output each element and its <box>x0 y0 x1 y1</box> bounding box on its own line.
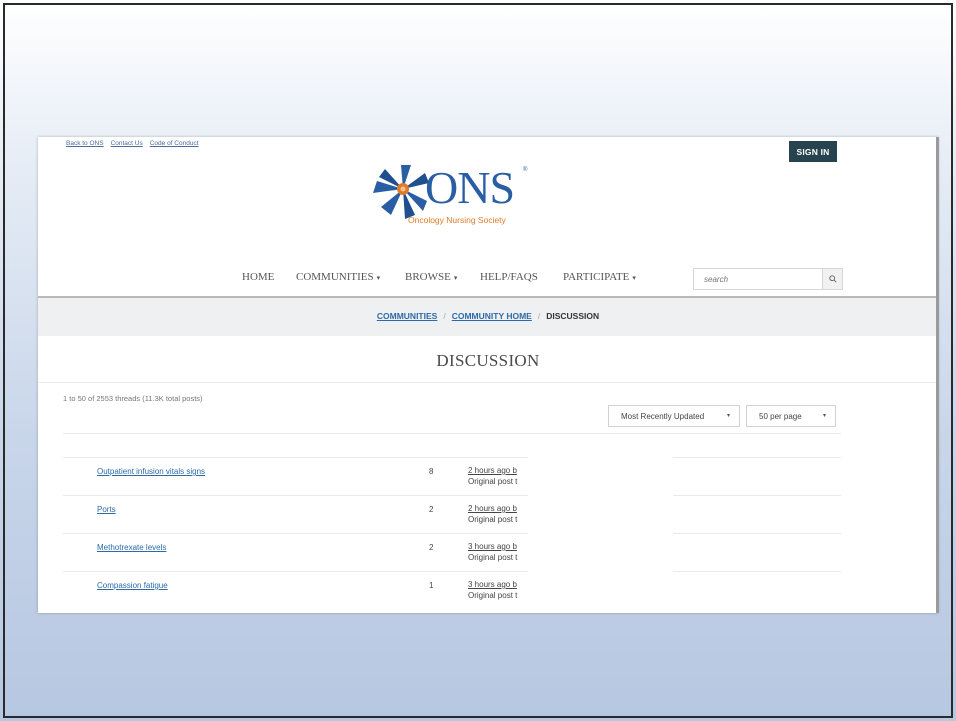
sign-in-button[interactable]: SIGN IN <box>789 141 837 162</box>
thread-title-link[interactable]: Ports <box>97 505 116 514</box>
breadcrumb: COMMUNITIES / COMMUNITY HOME / DISCUSSION <box>38 311 938 321</box>
nav-item-help-faqs[interactable]: HELP/FAQS <box>480 271 538 283</box>
thread-last-activity: 2 hours ago b Original post t <box>468 465 524 487</box>
last-activity-link[interactable]: 3 hours ago b <box>468 541 524 552</box>
breadcrumb-communities[interactable]: COMMUNITIES <box>377 311 437 321</box>
breadcrumb-separator: / <box>443 311 446 321</box>
nav-item-label: PARTICIPATE <box>563 271 630 283</box>
browser-edge <box>936 137 939 613</box>
page-title: DISCUSSION <box>436 351 540 370</box>
title-divider <box>38 382 938 383</box>
nav-item-communities[interactable]: COMMUNITIES ▾ <box>296 271 380 283</box>
chevron-down-icon: ▾ <box>453 274 458 282</box>
nav-item-label: BROWSE <box>405 271 451 283</box>
last-activity-link[interactable]: 2 hours ago b <box>468 503 524 514</box>
breadcrumb-band: COMMUNITIES / COMMUNITY HOME / DISCUSSION <box>38 298 938 336</box>
controls-divider <box>63 433 841 434</box>
search-icon <box>828 275 837 283</box>
original-post-text: Original post t <box>468 515 518 524</box>
thread-title-link[interactable]: Methotrexate levels <box>97 543 166 552</box>
code-of-conduct-link[interactable]: Code of Conduct <box>150 140 199 147</box>
nav-item-browse[interactable]: BROWSE ▾ <box>405 271 457 283</box>
logo-subtitle: Oncology Nursing Society <box>408 215 506 225</box>
chevron-down-icon: ▾ <box>632 274 636 282</box>
sort-select[interactable]: Most Recently Updated ▾ <box>608 405 740 427</box>
nav-item-participate[interactable]: PARTICIPATE ▾ <box>563 271 636 283</box>
chevron-down-icon: ▾ <box>822 413 826 419</box>
thread-title-link[interactable]: Compassion fatigue <box>97 581 168 590</box>
breadcrumb-community-home[interactable]: COMMUNITY HOME <box>452 311 532 321</box>
last-activity-link[interactable]: 2 hours ago b <box>468 465 524 476</box>
original-post-text: Original post t <box>468 477 518 486</box>
logo-wordmark: ONS <box>425 162 515 213</box>
per-page-select-value: 50 per page <box>759 411 802 421</box>
original-post-text: Original post t <box>468 553 518 562</box>
thread-title-link[interactable]: Outpatient infusion vitals signs <box>97 467 205 476</box>
contact-us-link[interactable]: Contact Us <box>111 140 143 147</box>
thread-list: Outpatient infusion vitals signs 8 2 hou… <box>63 457 841 607</box>
thread-reply-count: 2 <box>429 543 434 552</box>
table-row: Outpatient infusion vitals signs 8 2 hou… <box>63 457 841 495</box>
nav-item-home[interactable]: HOME <box>242 271 274 283</box>
sort-select-value: Most Recently Updated <box>621 411 705 421</box>
thread-reply-count: 8 <box>429 467 434 476</box>
thread-last-activity: 2 hours ago b Original post t <box>468 503 524 525</box>
browser-viewport: Back to ONS Contact Us Code of Conduct S… <box>38 137 938 613</box>
per-page-select[interactable]: 50 per page ▾ <box>746 405 836 427</box>
thread-reply-count: 2 <box>429 505 434 514</box>
search-button[interactable] <box>823 268 843 290</box>
chevron-down-icon: ▾ <box>376 274 381 282</box>
table-row: Ports 2 2 hours ago b Original post t <box>63 495 841 533</box>
thread-summary: 1 to 50 of 2553 threads (11.3K total pos… <box>63 394 203 403</box>
logo-registered-mark: ® <box>523 167 528 173</box>
nav-item-label: COMMUNITIES <box>296 271 374 283</box>
nav-item-label: HOME <box>242 271 275 283</box>
original-post-text: Original post t <box>468 591 518 600</box>
chevron-down-icon: ▾ <box>726 413 730 419</box>
thread-last-activity: 3 hours ago b Original post t <box>468 579 524 601</box>
breadcrumb-current: DISCUSSION <box>546 311 600 321</box>
search-input[interactable] <box>694 269 822 290</box>
utility-links: Back to ONS Contact Us Code of Conduct <box>66 140 199 147</box>
thread-last-activity: 3 hours ago b Original post t <box>468 541 524 563</box>
table-row: Compassion fatigue 1 3 hours ago b Origi… <box>63 571 841 607</box>
back-to-ons-link[interactable]: Back to ONS <box>66 140 104 147</box>
breadcrumb-separator: / <box>537 311 541 321</box>
last-activity-link[interactable]: 3 hours ago b <box>468 579 524 590</box>
redacted-region <box>528 457 673 613</box>
table-row: Methotrexate levels 2 3 hours ago b Orig… <box>63 533 841 571</box>
thread-reply-count: 1 <box>429 581 434 590</box>
search-field <box>693 268 823 290</box>
ons-logo[interactable]: ONS ® Oncology Nursing Society <box>371 163 551 233</box>
nav-item-label: HELP/FAQS <box>480 271 538 283</box>
